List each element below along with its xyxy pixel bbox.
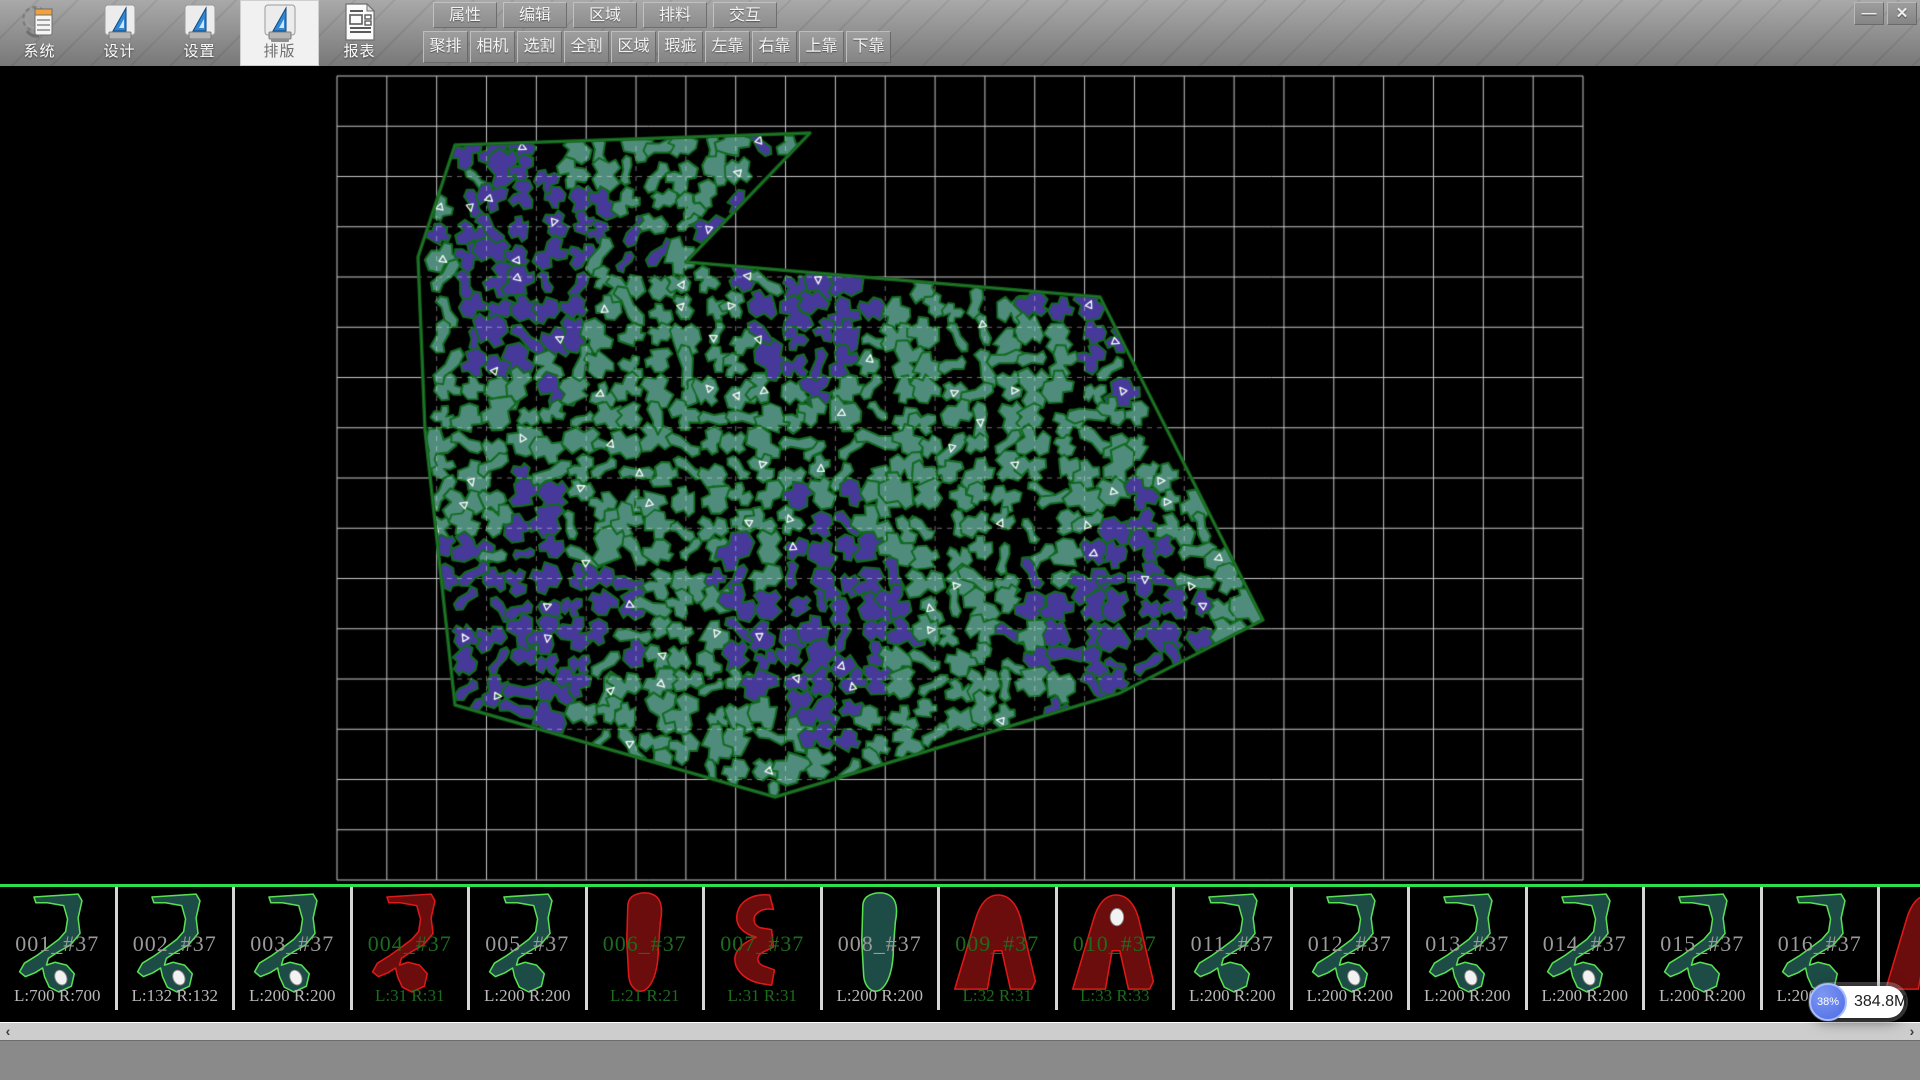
tool-button-2[interactable]: 选割 xyxy=(517,31,562,63)
piece-id-label: 011_#37 xyxy=(1175,931,1290,957)
scroll-left-arrow-icon[interactable]: ‹ xyxy=(0,1023,16,1040)
piece-thumbnail-003_#37[interactable]: 003_#37 L:200 R:200 xyxy=(235,887,353,1010)
main-button-settings-ruler[interactable]: 设置 xyxy=(160,0,239,66)
menu-tab-3[interactable]: 排料 xyxy=(643,2,707,28)
main-button-label: 设置 xyxy=(160,43,239,61)
close-button[interactable]: ✕ xyxy=(1887,2,1917,25)
piece-lr-label: L:200 R:200 xyxy=(1528,986,1643,1006)
horizontal-scrollbar[interactable]: ‹ › xyxy=(0,1022,1920,1040)
piece-thumbnail-011_#37[interactable]: 011_#37 L:200 R:200 xyxy=(1175,887,1293,1010)
tool-button-1[interactable]: 相机 xyxy=(470,31,515,63)
piece-thumbnail-004_#37[interactable]: 004_#37 L:31 R:31 xyxy=(353,887,471,1010)
menu-tab-2[interactable]: 区域 xyxy=(573,2,637,28)
system-gear-icon xyxy=(21,3,59,43)
tool-button-0[interactable]: 聚排 xyxy=(423,31,468,63)
tool-button-9[interactable]: 下靠 xyxy=(846,31,891,63)
piece-lr-label: L:33 R:33 xyxy=(1058,986,1173,1006)
design-ruler-icon xyxy=(101,3,139,43)
piece-id-label: 003_#37 xyxy=(235,931,350,957)
report-document-icon xyxy=(341,3,379,43)
piece-id-label: 006_#37 xyxy=(588,931,703,957)
piece-lr-label: L:200 R:200 xyxy=(235,986,350,1006)
tool-button-7[interactable]: 右靠 xyxy=(752,31,797,63)
piece-id-label: 009_#37 xyxy=(940,931,1055,957)
usage-size-label: 384.8M xyxy=(1854,986,1907,1018)
nesting-ruler-icon xyxy=(261,3,299,43)
piece-thumbnail-007_#37[interactable]: 007_#37 L:31 R:31 xyxy=(705,887,823,1010)
piece-id-label: 015_#37 xyxy=(1645,931,1760,957)
piece-id-label: 001_#37 xyxy=(0,931,115,957)
piece-id-label: 013_#37 xyxy=(1410,931,1525,957)
menu-tab-4[interactable]: 交互 xyxy=(713,2,777,28)
piece-thumbnail-015_#37[interactable]: 015_#37 L:200 R:200 xyxy=(1645,887,1763,1010)
nesting-canvas[interactable] xyxy=(0,66,1920,884)
piece-id-label: 016_#37 xyxy=(1763,931,1878,957)
piece-lr-label: L:132 R:132 xyxy=(118,986,233,1006)
main-button-label: 系统 xyxy=(0,43,79,61)
piece-lr-label: L:200 R:200 xyxy=(1293,986,1408,1006)
main-button-report-document[interactable]: 报表 xyxy=(320,0,399,66)
toolbar: 系统设计设置排版报表 属性编辑区域排料交互 聚排相机选割全割区域瑕疵左靠右靠上靠… xyxy=(0,0,1920,67)
piece-thumbnail-009_#37[interactable]: 009_#37 L:32 R:31 xyxy=(940,887,1058,1010)
main-button-label: 排版 xyxy=(240,43,319,61)
piece-lr-label: L:21 R:21 xyxy=(588,986,703,1006)
piece-lr-label: L:700 R:700 xyxy=(0,986,115,1006)
piece-thumbnail-001_#37[interactable]: 001_#37 L:700 R:700 xyxy=(0,887,118,1010)
menu-tab-0[interactable]: 属性 xyxy=(433,2,497,28)
piece-id-label: 014_#37 xyxy=(1528,931,1643,957)
piece-thumbnail-012_#37[interactable]: 012_#37 L:200 R:200 xyxy=(1293,887,1411,1010)
piece-thumbnail-010_#37[interactable]: 010_#37 L:33 R:33 xyxy=(1058,887,1176,1010)
tool-button-4[interactable]: 区域 xyxy=(611,31,656,63)
menu-tab-1[interactable]: 编辑 xyxy=(503,2,567,28)
piece-lr-label: L:31 R:31 xyxy=(705,986,820,1006)
piece-id-label: 005_#37 xyxy=(470,931,585,957)
main-button-system-gear[interactable]: 系统 xyxy=(0,0,79,66)
pieces-thumbnail-strip: 001_#37L:700 R:700002_#37L:132 R:132003_… xyxy=(0,884,1920,1010)
tool-button-5[interactable]: 瑕疵 xyxy=(658,31,703,63)
tool-button-8[interactable]: 上靠 xyxy=(799,31,844,63)
tool-button-6[interactable]: 左靠 xyxy=(705,31,750,63)
piece-id-label: 012_#37 xyxy=(1293,931,1408,957)
minimize-button[interactable]: — xyxy=(1854,2,1884,25)
piece-lr-label: L:200 R:200 xyxy=(1410,986,1525,1006)
piece-lr-label: L:200 R:200 xyxy=(1645,986,1760,1006)
status-bar xyxy=(0,1040,1920,1080)
piece-id-label: 002_#37 xyxy=(118,931,233,957)
scroll-right-arrow-icon[interactable]: › xyxy=(1904,1023,1920,1040)
piece-thumbnail-014_#37[interactable]: 014_#37 L:200 R:200 xyxy=(1528,887,1646,1010)
piece-id-label: 004_#37 xyxy=(353,931,468,957)
piece-thumbnail-008_#37[interactable]: 008_#37 L:200 R:200 xyxy=(823,887,941,1010)
piece-thumbnail-002_#37[interactable]: 002_#37 L:132 R:132 xyxy=(118,887,236,1010)
piece-lr-label: L:200 R:200 xyxy=(470,986,585,1006)
usage-percent-circle: 38% xyxy=(1809,983,1847,1021)
piece-lr-label: L:32 R:31 xyxy=(940,986,1055,1006)
piece-lr-label: L:200 R:200 xyxy=(1175,986,1290,1006)
tool-button-3[interactable]: 全割 xyxy=(564,31,609,63)
application-window: 系统设计设置排版报表 属性编辑区域排料交互 聚排相机选割全割区域瑕疵左靠右靠上靠… xyxy=(0,0,1920,1080)
main-button-design-ruler[interactable]: 设计 xyxy=(80,0,159,66)
piece-thumbnail-006_#37[interactable]: 006_#37 L:21 R:21 xyxy=(588,887,706,1010)
settings-ruler-icon xyxy=(181,3,219,43)
piece-id-label: 008_#37 xyxy=(823,931,938,957)
main-button-nesting-ruler[interactable]: 排版 xyxy=(240,0,319,66)
piece-id-label: 010_#37 xyxy=(1058,931,1173,957)
main-button-label: 设计 xyxy=(80,43,159,61)
piece-thumbnail-005_#37[interactable]: 005_#37 L:200 R:200 xyxy=(470,887,588,1010)
usage-badge: 38% 384.8M xyxy=(1812,986,1904,1018)
main-button-label: 报表 xyxy=(320,43,399,61)
piece-thumbnail-013_#37[interactable]: 013_#37 L:200 R:200 xyxy=(1410,887,1528,1010)
piece-lr-label: L:31 R:31 xyxy=(353,986,468,1006)
piece-lr-label: L:200 R:200 xyxy=(823,986,938,1006)
piece-id-label: 007_#37 xyxy=(705,931,820,957)
